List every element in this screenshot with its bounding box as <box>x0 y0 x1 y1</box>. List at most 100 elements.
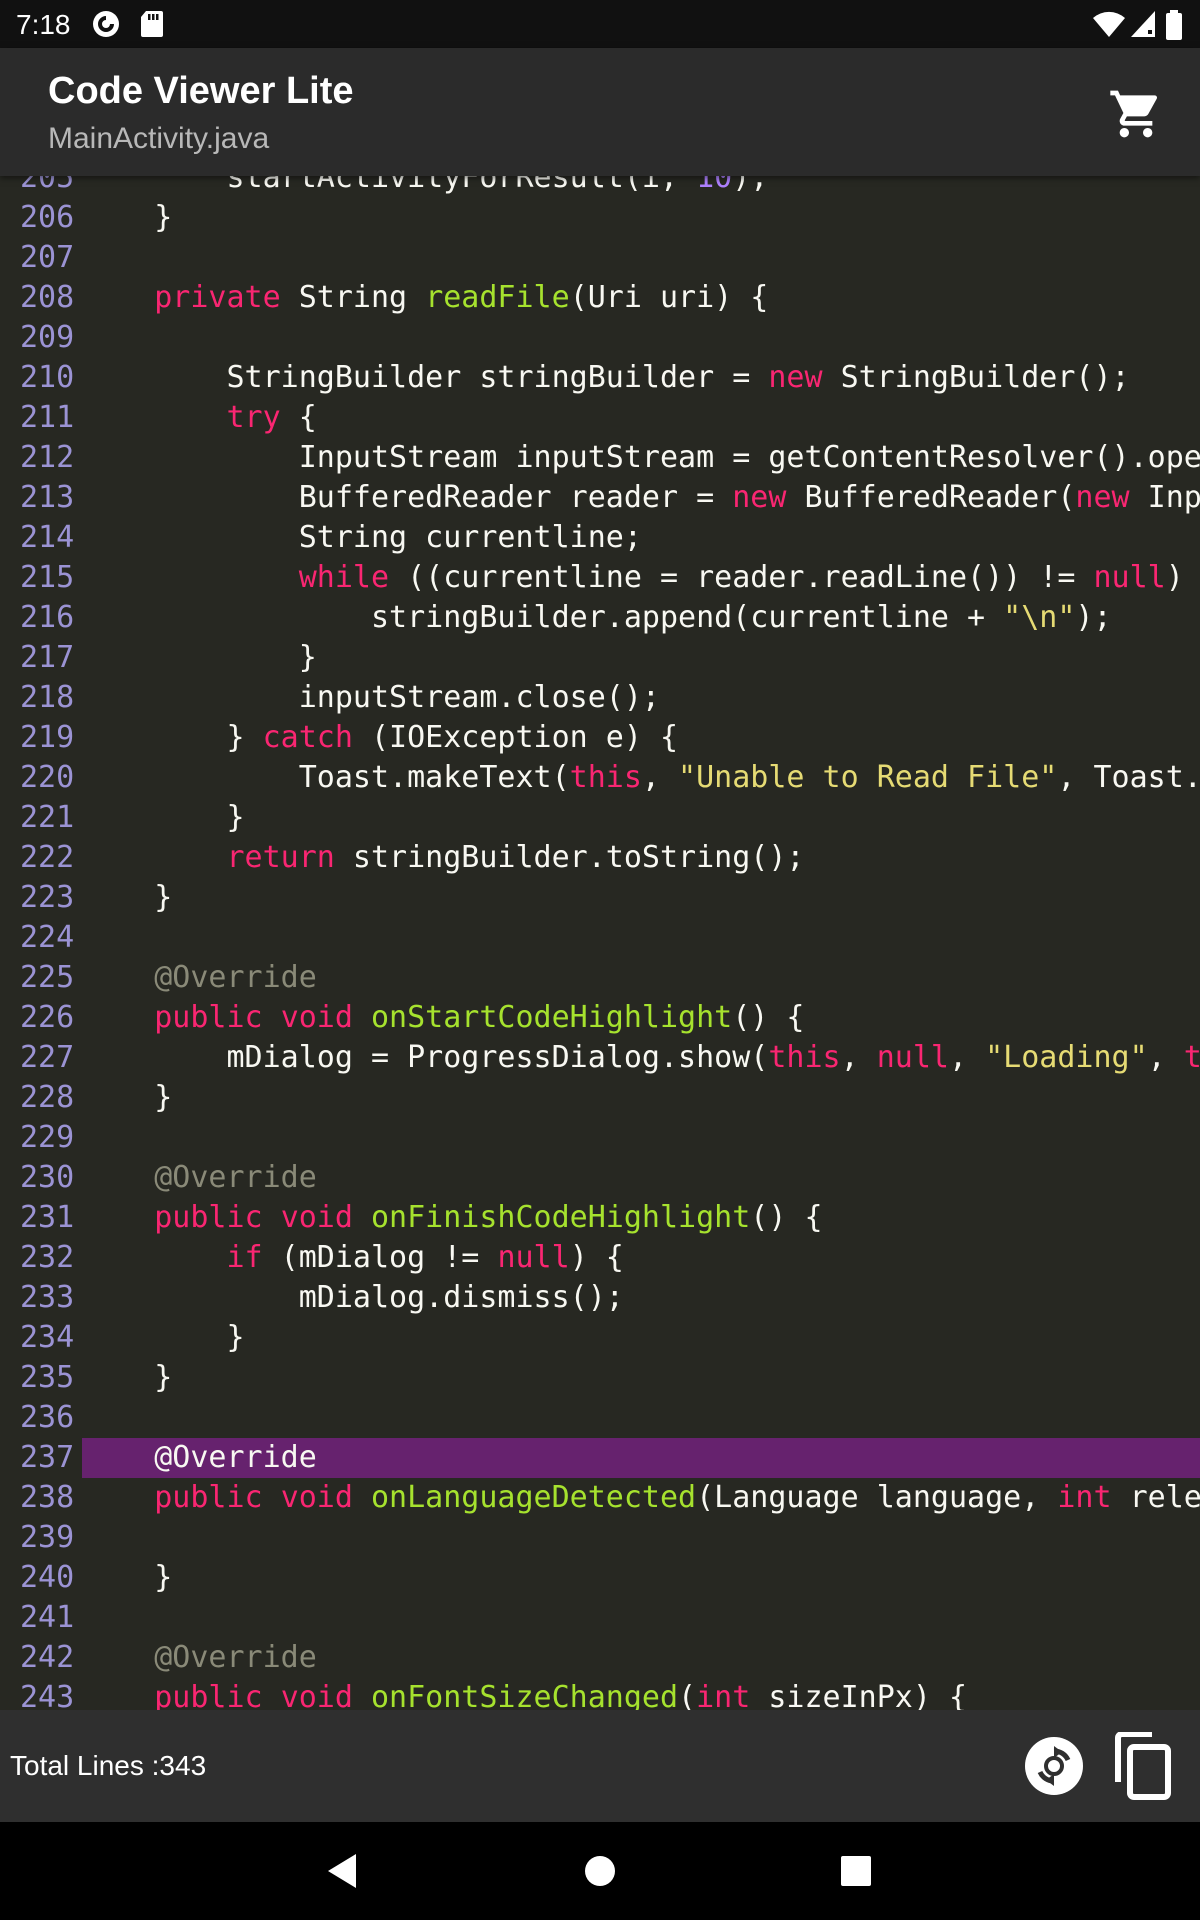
code-token: stringBuilder.append(currentline + <box>82 600 1004 635</box>
code-line: 226 public void onStartCodeHighlight() { <box>0 998 1200 1038</box>
code-token: if <box>226 1240 263 1275</box>
code-token: } <box>82 1360 173 1395</box>
wifi-icon <box>1093 11 1125 38</box>
code-token: while <box>298 560 390 595</box>
line-number: 219 <box>20 720 75 755</box>
code-line: 239 <box>0 1518 1200 1558</box>
code-line: 207 <box>0 238 1200 278</box>
code-line: 235 } <box>0 1358 1200 1398</box>
home-button[interactable] <box>575 1846 625 1896</box>
line-number: 216 <box>20 600 75 635</box>
code-token: ); <box>1075 600 1112 635</box>
line-number: 237 <box>20 1440 75 1475</box>
code-token: this <box>768 1040 841 1075</box>
line-number: 235 <box>20 1360 75 1395</box>
code-line: 240 } <box>0 1558 1200 1598</box>
line-number: 231 <box>20 1200 75 1235</box>
code-token: @Override <box>154 1640 317 1675</box>
code-token: InputStream inputStream = getContentReso… <box>82 440 1200 475</box>
code-token: } <box>82 880 173 915</box>
code-token: t <box>1183 1040 1200 1075</box>
code-line: 232 if (mDialog != null) { <box>0 1238 1200 1278</box>
line-number: 223 <box>20 880 75 915</box>
code-token: } <box>82 1080 173 1115</box>
code-token: String currentline; <box>82 520 642 555</box>
code-token: null <box>876 1040 949 1075</box>
cart-button[interactable] <box>1108 86 1164 142</box>
line-number: 241 <box>20 1600 75 1635</box>
code-token: StringBuilder stringBuilder = <box>82 360 769 395</box>
code-token: } <box>82 800 245 835</box>
code-token: void <box>280 1480 353 1515</box>
line-number: 239 <box>20 1520 75 1555</box>
code-line: 214 String currentline; <box>0 518 1200 558</box>
code-token: void <box>280 1680 353 1710</box>
file-name: MainActivity.java <box>48 122 270 155</box>
line-number: 240 <box>20 1560 75 1595</box>
navigation-bar <box>0 1822 1200 1920</box>
code-line: 212 InputStream inputStream = getContent… <box>0 438 1200 478</box>
code-viewer[interactable]: 205 startActivityForResult(i, 10); 206 } 2… <box>0 176 1200 1710</box>
line-code: String currentline; <box>82 518 1200 558</box>
code-token: ) { <box>569 1240 624 1275</box>
code-token: try <box>226 400 281 435</box>
code-line: 231 public void onFinishCodeHighlight() … <box>0 1198 1200 1238</box>
line-code: InputStream inputStream = getContentReso… <box>82 438 1200 478</box>
line-code: @Override <box>82 1438 1200 1478</box>
back-button[interactable] <box>318 1846 368 1896</box>
line-number: 232 <box>20 1240 75 1275</box>
code-token: , <box>840 1040 877 1075</box>
recents-button[interactable] <box>831 1846 881 1896</box>
line-code: return stringBuilder.toString(); <box>82 838 1200 878</box>
line-number: 234 <box>20 1320 75 1355</box>
code-token: (mDialog != <box>262 1240 498 1275</box>
code-token: () { <box>750 1200 823 1235</box>
back-icon <box>328 1854 356 1888</box>
battery-icon <box>1166 10 1182 40</box>
code-token: String <box>280 280 426 315</box>
code-token: onFinishCodeHighlight <box>371 1200 751 1235</box>
code-token: new <box>732 480 787 515</box>
code-line: 242 @Override <box>0 1638 1200 1678</box>
code-token: onStartCodeHighlight <box>371 1000 733 1035</box>
line-code: while ((currentline = reader.readLine())… <box>82 558 1200 598</box>
code-token: , Toast. <box>1057 760 1200 795</box>
line-number: 217 <box>20 640 75 675</box>
line-code: } <box>82 1558 1200 1598</box>
line-code: mDialog.dismiss(); <box>82 1278 1200 1318</box>
code-token: ( <box>678 1680 697 1710</box>
code-line: 238 public void onLanguageDetected(Langu… <box>0 1478 1200 1518</box>
copy-button[interactable] <box>1112 1731 1174 1802</box>
code-token: sizeInPx) { <box>750 1680 968 1710</box>
code-line: 233 mDialog.dismiss(); <box>0 1278 1200 1318</box>
code-line: 227 mDialog = ProgressDialog.show(this, … <box>0 1038 1200 1078</box>
code-token: "\n" <box>1003 600 1076 635</box>
line-code: stringBuilder.append(currentline + "\n")… <box>82 598 1200 638</box>
line-code: mDialog = ProgressDialog.show(this, null… <box>82 1038 1200 1078</box>
line-number: 215 <box>20 560 75 595</box>
refresh-button[interactable] <box>1024 1736 1084 1796</box>
code-token: (Language language, <box>696 1480 1058 1515</box>
line-code: } <box>82 638 1200 678</box>
line-number: 212 <box>20 440 75 475</box>
line-code: } catch (IOException e) { <box>82 718 1200 758</box>
code-token: ); <box>732 176 769 195</box>
line-code: BufferedReader reader = new BufferedRead… <box>82 478 1200 518</box>
line-code: } <box>82 1078 1200 1118</box>
line-code: } <box>82 1318 1200 1358</box>
line-number: 230 <box>20 1160 75 1195</box>
code-token: rele <box>1111 1480 1200 1515</box>
code-line: 218 inputStream.close(); <box>0 678 1200 718</box>
line-code: public void onLanguageDetected(Language … <box>82 1478 1200 1518</box>
code-token: } <box>82 720 263 755</box>
line-number: 206 <box>20 200 75 235</box>
code-token: new <box>1075 480 1130 515</box>
line-number: 226 <box>20 1000 75 1035</box>
